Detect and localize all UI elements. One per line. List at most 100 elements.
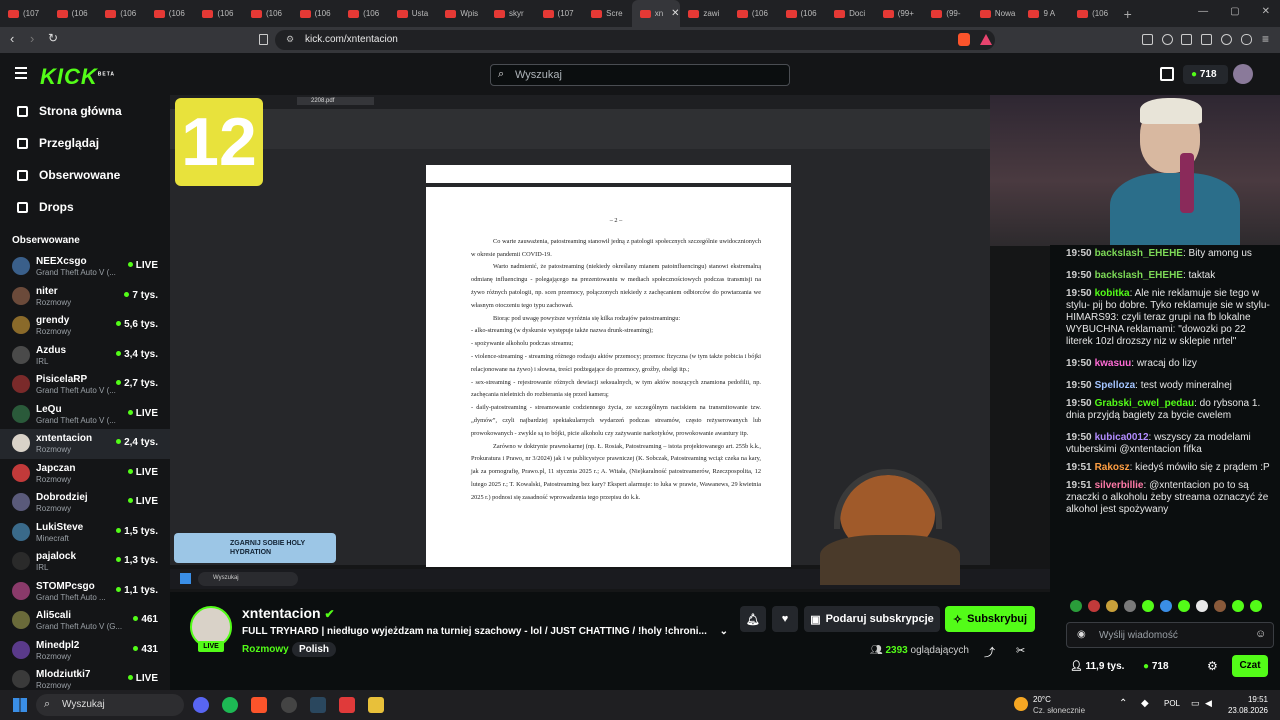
chat-settings-icon[interactable]: ◉ [1077, 629, 1086, 640]
steam-icon[interactable] [310, 697, 326, 713]
followed-channel[interactable]: NEEXcsgo Grand Theft Auto V (... LIVE [0, 252, 170, 282]
sidebar-icon[interactable] [1181, 34, 1192, 45]
clock[interactable]: 19:51 23.08.2026 [1228, 694, 1268, 716]
chat-username[interactable]: kobitka [1095, 288, 1130, 299]
maximize-icon[interactable]: ▢ [1230, 6, 1239, 17]
emote-icon[interactable] [1106, 600, 1118, 612]
site-info-icon[interactable]: ⚙ [286, 34, 294, 45]
extensions-icon[interactable] [1142, 34, 1153, 45]
emote-icon[interactable] [1178, 600, 1190, 612]
followed-channel[interactable]: Mlodziutki7 Rozmowy LIVE [0, 665, 170, 690]
app-red-icon[interactable] [339, 697, 355, 713]
emoji-icon[interactable]: ☺ [1255, 628, 1266, 640]
bookmark-icon[interactable] [259, 34, 268, 45]
browser-tab[interactable]: (106 [778, 0, 827, 27]
sidebar-item[interactable]: Przeglądaj [0, 127, 170, 159]
emote-icon[interactable] [1142, 600, 1154, 612]
chat-input[interactable]: ◉ Wyślij wiadomość ☺ [1066, 622, 1274, 648]
browser-tab[interactable]: Nowa [972, 0, 1021, 27]
chat-username[interactable]: Rakosz [1095, 462, 1130, 473]
followed-channel[interactable]: Japczan Rozmowy LIVE [0, 459, 170, 489]
browser-tab[interactable]: (106 [146, 0, 195, 27]
brave-rewards-icon[interactable] [980, 34, 992, 45]
browser-tab[interactable]: Scre [583, 0, 632, 27]
chat-username[interactable]: kubica0012 [1095, 432, 1149, 443]
notification-bell-button[interactable]: 🔔︎ [740, 606, 766, 632]
search-input[interactable]: ⌕ Wyszukaj [490, 64, 790, 86]
emote-icon[interactable] [1250, 600, 1262, 612]
sidebar-item[interactable]: Strona główna [0, 95, 170, 127]
sidebar-item[interactable]: Drops [0, 191, 170, 223]
user-avatar[interactable] [1233, 64, 1253, 84]
channel-name[interactable]: xntentacion ✔ [242, 605, 335, 621]
gift-sub-button[interactable]: ▣ Podaruj subskrypcje [804, 606, 940, 632]
hamburger-menu-icon[interactable] [15, 67, 27, 82]
emote-icon[interactable] [1160, 600, 1172, 612]
tab-close-icon[interactable]: ✕ [671, 8, 679, 19]
browser-tab[interactable]: (107 [535, 0, 584, 27]
browser-tab[interactable]: xn ✕ [631, 0, 681, 27]
sidebar-item[interactable]: Obserwowane [0, 159, 170, 191]
chat-username[interactable]: silverbillie [1095, 480, 1144, 491]
browser-tab[interactable]: (106 [292, 0, 341, 27]
browser-tab[interactable]: (106 [243, 0, 292, 27]
browser-tab[interactable]: zawi [680, 0, 729, 27]
followed-channel[interactable]: LukiSteve Minecraft 1,5 tys. [0, 518, 170, 548]
browser-tab[interactable]: Doci [826, 0, 875, 27]
discord-icon[interactable] [193, 697, 209, 713]
leo-icon[interactable] [1221, 34, 1232, 45]
emote-icon[interactable] [1088, 600, 1100, 612]
stream-category[interactable]: Rozmowy [242, 644, 289, 655]
weather-icon[interactable] [1014, 697, 1028, 711]
browser-tab[interactable]: (99+ [875, 0, 924, 27]
chat-gear-icon[interactable]: ⚙ [1207, 659, 1218, 673]
browser-tab[interactable]: Wpis [437, 0, 486, 27]
followed-channel[interactable]: PisicelaRP Grand Theft Auto V (... 2,7 tys… [0, 370, 170, 400]
chat-send-button[interactable]: Czat [1232, 655, 1268, 677]
emote-icon[interactable] [1070, 600, 1082, 612]
kick-logo[interactable]: KICKBETA [40, 64, 115, 90]
chat-username[interactable]: backslash_EHEHE [1095, 270, 1183, 281]
browser-tab[interactable]: (106 [1069, 0, 1118, 27]
chat-username[interactable]: Grabski_cwel_pedau [1095, 398, 1195, 409]
chevron-down-icon[interactable]: ⌄ [720, 626, 728, 637]
back-icon[interactable]: ‹ [10, 31, 14, 46]
chat-username[interactable]: kwasuu [1095, 358, 1132, 369]
url-bar[interactable]: ⚙ kick.com/xntentacion [275, 30, 995, 50]
emote-icon[interactable] [1124, 600, 1136, 612]
followed-channel[interactable]: Minedpl2 Rozmowy 431 [0, 636, 170, 666]
browser-tab[interactable]: (106 [194, 0, 243, 27]
start-windows-icon[interactable] [13, 698, 27, 712]
browser-tab[interactable]: skyr [486, 0, 535, 27]
emote-icon[interactable] [1196, 600, 1208, 612]
app-yellow-icon[interactable] [368, 697, 384, 713]
browser-tab[interactable]: (99- [923, 0, 972, 27]
inventory-icon[interactable] [1160, 67, 1174, 81]
browser-tab[interactable]: (106 [97, 0, 146, 27]
emote-icon[interactable] [1232, 600, 1244, 612]
new-tab-icon[interactable]: + [1124, 6, 1132, 22]
obs-icon[interactable] [281, 697, 297, 713]
brave-shield-icon[interactable] [958, 33, 970, 46]
browser-tab[interactable]: 9 A [1020, 0, 1069, 27]
browser-tab[interactable]: (106 [729, 0, 778, 27]
chat-username[interactable]: Spelloza [1095, 380, 1136, 391]
subscribe-button[interactable]: ✧ Subskrybuj [945, 606, 1035, 632]
chat-points[interactable]: ● 718 [1143, 661, 1169, 672]
taskbar-search[interactable]: ⌕ Wyszukaj [36, 694, 184, 716]
followed-channel[interactable]: Azdus IRL 3,4 tys. [0, 341, 170, 371]
weather-widget[interactable]: 20°C Cz. słonecznie [1033, 694, 1085, 716]
network-icon[interactable]: ▭ [1191, 698, 1200, 709]
reload-icon[interactable]: ↻ [48, 31, 58, 45]
emote-icon[interactable] [1214, 600, 1226, 612]
stream-tag[interactable]: Polish [292, 642, 337, 657]
download-icon[interactable] [1201, 34, 1212, 45]
menu-icon[interactable]: ≡ [1262, 32, 1269, 46]
followed-channel[interactable]: Ali5cali Grand Theft Auto V (G... 461 [0, 606, 170, 636]
share-icon[interactable]: ⤴ [984, 644, 995, 660]
chat-username[interactable]: backslash_EHEHE [1095, 248, 1183, 259]
browser-tab[interactable]: (106 [340, 0, 389, 27]
minimize-icon[interactable]: — [1198, 6, 1208, 17]
brave-icon[interactable] [251, 697, 267, 713]
spotify-icon[interactable] [222, 697, 238, 713]
